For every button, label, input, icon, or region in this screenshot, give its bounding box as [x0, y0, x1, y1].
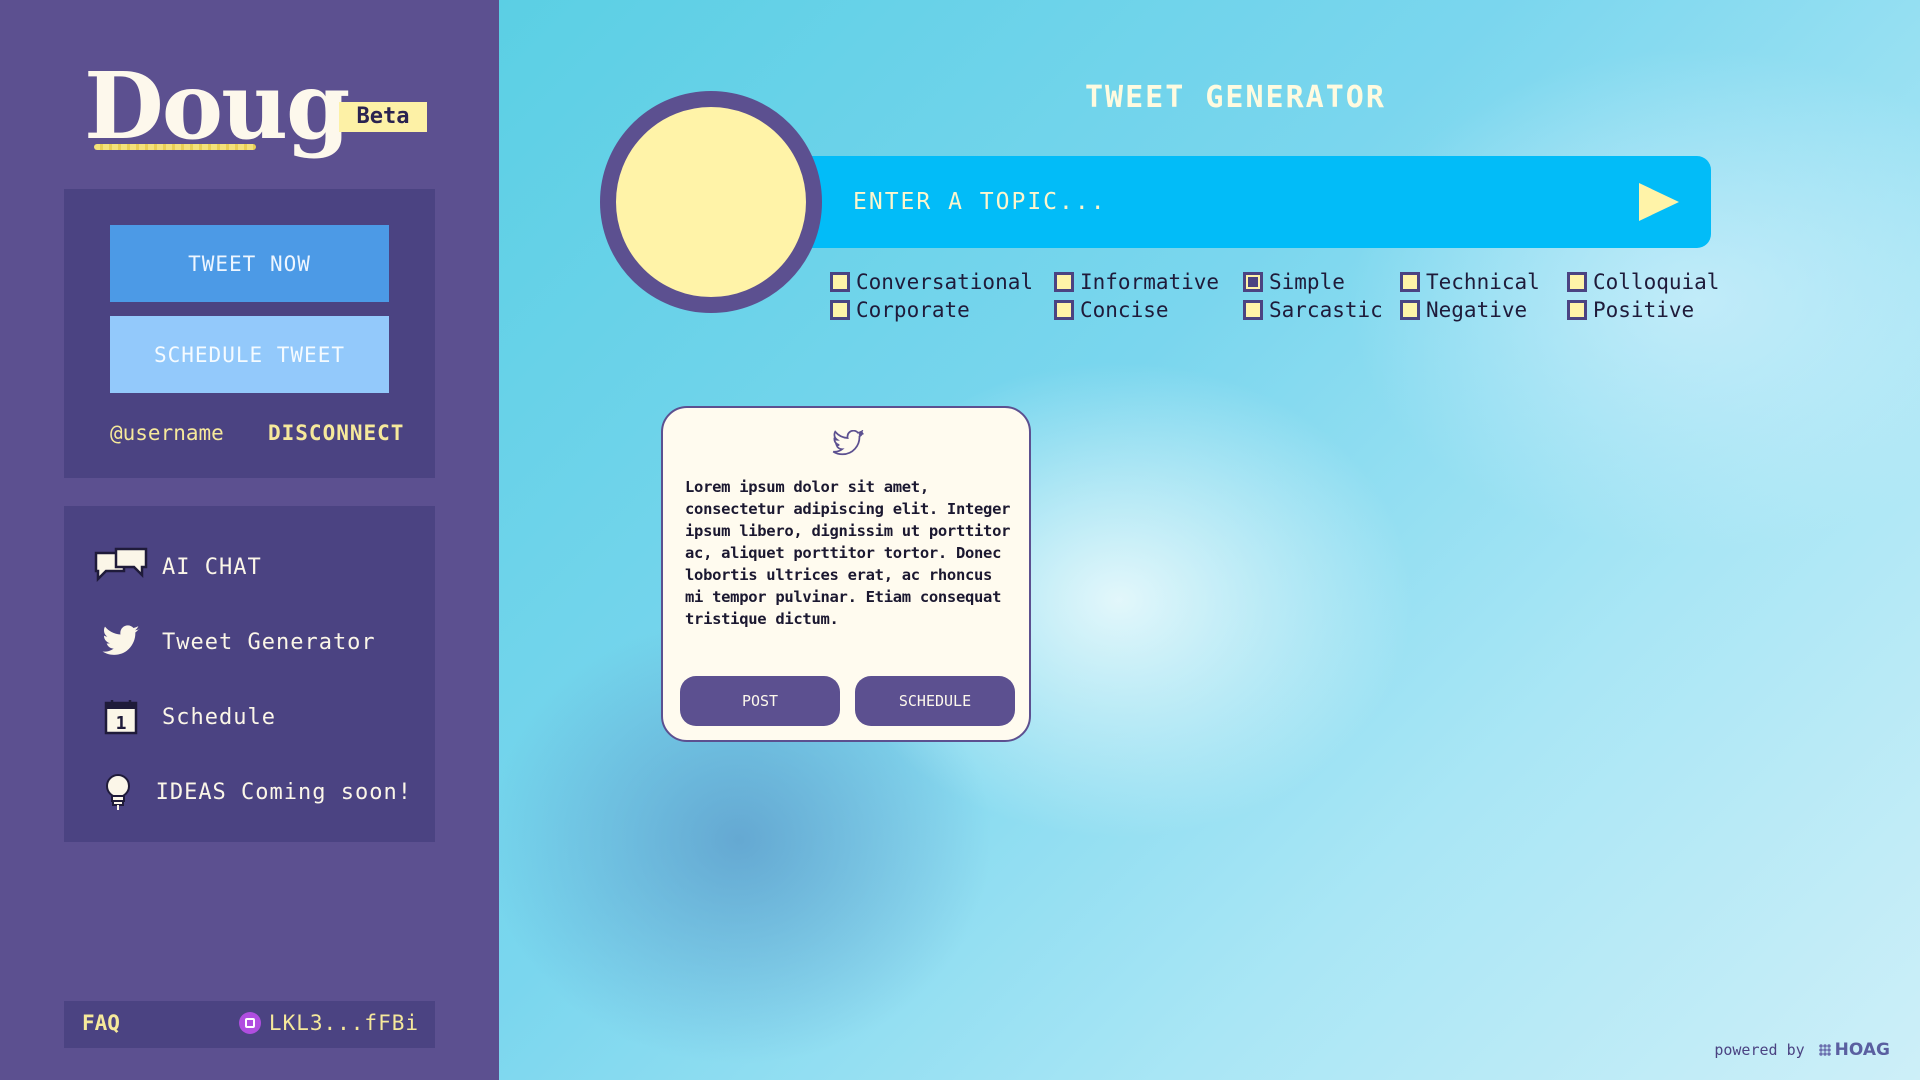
checkbox[interactable]	[1400, 272, 1420, 292]
faq-link[interactable]: FAQ	[82, 1011, 120, 1035]
logo-underline	[94, 144, 256, 150]
tone-label: Simple	[1269, 270, 1345, 294]
tone-option-informative[interactable]: Informative	[1054, 270, 1219, 294]
powered-by: powered by HOAG	[1714, 1040, 1890, 1060]
main-area: TWEET GENERATOR Conversational Informati…	[499, 0, 1920, 1080]
checkbox[interactable]	[1054, 300, 1074, 320]
sidebar-footer: FAQ LKL3...fFBi	[64, 1001, 435, 1048]
nav-panel: AI CHAT Tweet Generator 1 Schedule IDEAS…	[64, 506, 435, 842]
disconnect-link[interactable]: DISCONNECT	[268, 421, 404, 445]
tone-label: Sarcastic	[1269, 298, 1383, 322]
svg-text:1: 1	[116, 713, 127, 734]
checkbox[interactable]	[1567, 272, 1587, 292]
tone-option-concise[interactable]: Concise	[1054, 298, 1169, 322]
calendar-icon: 1	[92, 695, 150, 739]
powered-by-label: powered by	[1714, 1041, 1805, 1059]
tone-label: Conversational	[856, 270, 1034, 294]
tone-label: Positive	[1593, 298, 1695, 322]
brand-name: HOAG	[1834, 1040, 1890, 1060]
tweet-text: Lorem ipsum dolor sit amet, consectetur …	[685, 478, 1011, 628]
tweet-now-button[interactable]: TWEET NOW	[110, 225, 389, 302]
sidebar-item-label: IDEAS Coming soon!	[155, 779, 412, 805]
tone-label: Negative	[1426, 298, 1528, 322]
tone-option-conversational[interactable]: Conversational	[830, 270, 1033, 294]
twitter-bird-icon	[832, 430, 864, 456]
sidebar-item-tweet-generator[interactable]: Tweet Generator	[92, 618, 412, 666]
tone-label: Corporate	[856, 298, 970, 322]
checkbox[interactable]	[1400, 300, 1420, 320]
app-logo[interactable]: Doug	[84, 60, 350, 152]
sidebar-item-label: Schedule	[162, 704, 276, 730]
tweet-card: Lorem ipsum dolor sit amet, consectetur …	[661, 406, 1031, 742]
sidebar-item-label: Tweet Generator	[162, 629, 376, 655]
lightbulb-icon	[92, 770, 144, 814]
tone-label: Concise	[1080, 298, 1169, 322]
wallet-address-label: LKL3...fFBi	[268, 1011, 419, 1035]
sidebar: Doug Beta TWEET NOW SCHEDULE TWEET @user…	[0, 0, 499, 1080]
brand-logo[interactable]: HOAG	[1818, 1040, 1890, 1060]
checkbox[interactable]	[830, 300, 850, 320]
sidebar-item-ai-chat[interactable]: AI CHAT	[92, 543, 412, 591]
tone-label: Technical	[1426, 270, 1540, 294]
tone-label: Colloquial	[1593, 270, 1720, 294]
account-panel: TWEET NOW SCHEDULE TWEET @username DISCO…	[64, 189, 435, 478]
tone-option-sarcastic[interactable]: Sarcastic	[1243, 298, 1383, 322]
tone-option-positive[interactable]: Positive	[1567, 298, 1694, 322]
post-button[interactable]: POST	[680, 676, 840, 726]
topic-bar	[789, 156, 1711, 248]
username-label: @username	[110, 421, 224, 445]
checkbox[interactable]	[1567, 300, 1587, 320]
page-title: TWEET GENERATOR	[1085, 80, 1386, 115]
tone-option-technical[interactable]: Technical	[1400, 270, 1540, 294]
beta-badge: Beta	[339, 102, 427, 132]
checkbox[interactable]	[830, 272, 850, 292]
wallet-icon	[238, 1012, 261, 1034]
sidebar-item-schedule[interactable]: 1 Schedule	[92, 693, 412, 741]
topic-input[interactable]	[853, 156, 1613, 248]
tone-option-negative[interactable]: Negative	[1400, 298, 1527, 322]
send-arrow-icon[interactable]	[1637, 181, 1681, 223]
chat-bubbles-icon	[92, 545, 150, 589]
wallet-address[interactable]: LKL3...fFBi	[238, 1011, 419, 1035]
generator-orb	[600, 91, 822, 313]
checkbox-checked[interactable]	[1243, 272, 1263, 292]
tone-option-colloquial[interactable]: Colloquial	[1567, 270, 1719, 294]
sidebar-item-label: AI CHAT	[162, 554, 262, 580]
brand-dots-icon	[1818, 1044, 1831, 1056]
tone-options: Conversational Informative Simple Techni…	[830, 270, 1730, 330]
tone-option-simple[interactable]: Simple	[1243, 270, 1345, 294]
twitter-bird-icon	[92, 620, 150, 664]
tone-label: Informative	[1080, 270, 1220, 294]
schedule-tweet-button[interactable]: SCHEDULE TWEET	[110, 316, 389, 393]
checkbox[interactable]	[1054, 272, 1074, 292]
tone-option-corporate[interactable]: Corporate	[830, 298, 970, 322]
sidebar-item-ideas[interactable]: IDEAS Coming soon!	[92, 768, 412, 816]
schedule-button[interactable]: SCHEDULE	[855, 676, 1015, 726]
checkbox[interactable]	[1243, 300, 1263, 320]
